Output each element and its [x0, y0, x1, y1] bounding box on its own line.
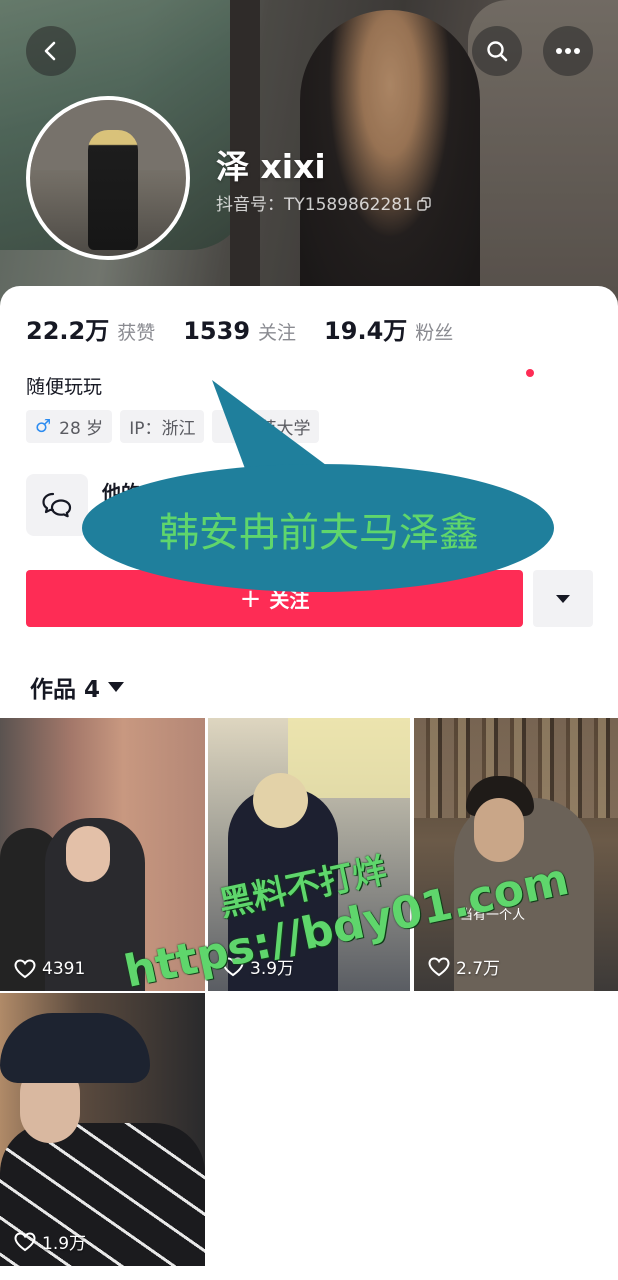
chat-button[interactable]: [26, 474, 88, 536]
search-button[interactable]: [472, 26, 522, 76]
more-button[interactable]: [543, 26, 593, 76]
like-count-text: 4391: [42, 959, 86, 979]
male-icon: ♂: [35, 416, 52, 437]
tag-ip: IP：浙江: [120, 410, 205, 443]
caret-down-icon: [108, 682, 125, 692]
follow-button[interactable]: + 关注: [26, 570, 523, 627]
heart-icon: [14, 959, 36, 979]
annotation-text: 韩安冉前夫马泽鑫: [159, 510, 479, 556]
thumbnail-face: [474, 798, 524, 862]
like-count-text: 2.7万: [456, 959, 501, 979]
like-count-text: 1.9万: [42, 1234, 87, 1254]
thumbnail-face: [66, 826, 110, 882]
avatar-person: [88, 130, 138, 250]
back-button[interactable]: [26, 26, 76, 76]
stat-likes[interactable]: 22.2万 获赞: [26, 311, 155, 346]
stat-following[interactable]: 1539 关注: [183, 317, 296, 345]
stat-value: 22.2万: [26, 317, 110, 345]
like-count: 1.9万: [14, 1229, 86, 1254]
like-count: 2.7万: [428, 954, 500, 979]
thumbnail-hat: [0, 1013, 150, 1083]
stat-value: 19.4万: [324, 317, 408, 345]
douyin-id-text: 抖音号：TY1589862281: [216, 195, 413, 215]
profile-stats: 22.2万 获赞 1539 关注 19.4万 粉丝: [26, 311, 481, 346]
tab-works-label: 作品 4: [30, 677, 101, 703]
follow-label: 关注: [269, 588, 310, 612]
thumbnail-light: [288, 718, 410, 798]
stat-label: 粉丝: [415, 322, 454, 344]
avatar[interactable]: [26, 96, 190, 260]
back-arrow-icon: [44, 41, 56, 61]
tag-gender-age: ♂ 28 岁: [26, 410, 113, 443]
triangle-down-icon: [556, 594, 570, 603]
heart-icon: [14, 1231, 36, 1251]
tag-age-text: 28 岁: [59, 419, 104, 439]
stat-followers[interactable]: 19.4万 粉丝: [324, 311, 453, 346]
stat-label: 关注: [258, 322, 297, 344]
nickname: 泽 xixi: [216, 147, 326, 186]
video-thumbnail[interactable]: 1.9万: [0, 993, 205, 1266]
profile-tags: ♂ 28 岁 IP：浙江 师范大学: [26, 410, 327, 443]
heart-icon: [428, 956, 450, 976]
more-dots-icon: [556, 48, 580, 54]
like-count: 4391: [14, 959, 85, 979]
bio: 随便玩玩: [26, 376, 103, 398]
search-icon: [487, 41, 508, 62]
thumbnail-face: [253, 773, 308, 828]
stat-value: 1539: [183, 317, 251, 345]
stat-label: 获赞: [117, 322, 156, 344]
tab-works[interactable]: 作品 4: [30, 670, 125, 704]
recommend-dropdown-button[interactable]: [533, 570, 593, 627]
chat-bubbles-icon: [42, 492, 72, 518]
tag-school[interactable]: 师范大学: [212, 410, 320, 443]
douyin-id[interactable]: 抖音号：TY1589862281: [216, 190, 431, 215]
video-thumbnail[interactable]: 当有一个人 2.7万: [414, 718, 618, 991]
copy-icon: [417, 197, 431, 211]
plus-icon: +: [239, 583, 262, 614]
notification-dot: [526, 369, 534, 377]
